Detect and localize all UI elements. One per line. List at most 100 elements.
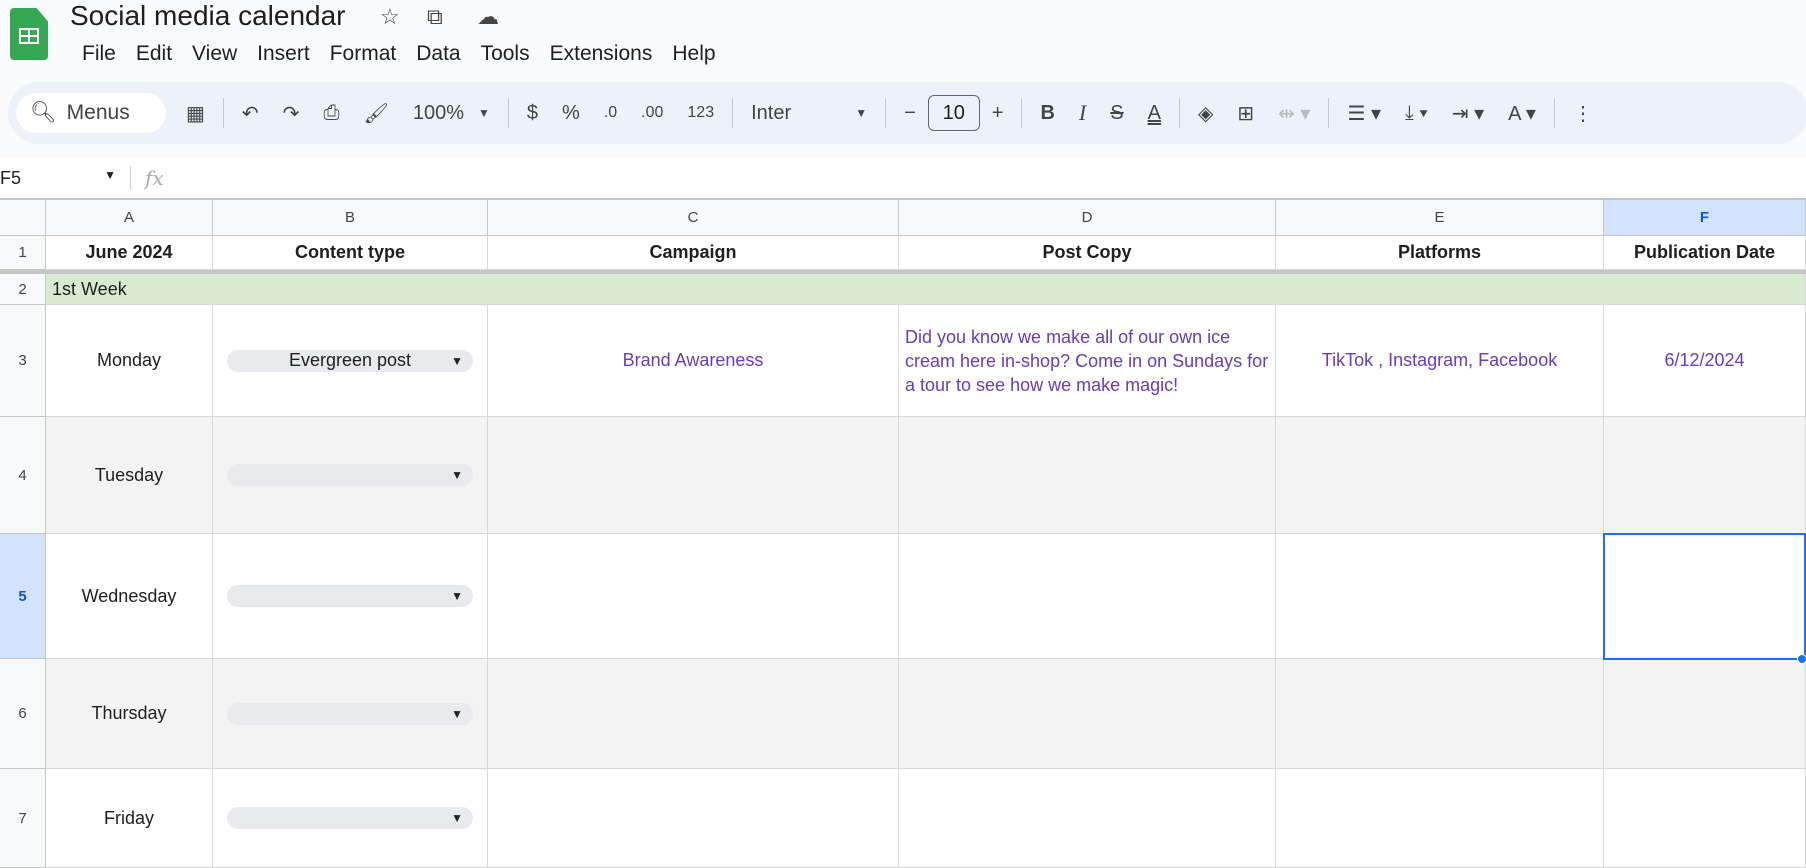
content-type-dropdown[interactable]: ▼ xyxy=(227,702,473,725)
header-cell[interactable]: Content type xyxy=(213,236,488,270)
row-header-1[interactable]: 1 xyxy=(0,236,46,270)
platforms-cell[interactable] xyxy=(1276,417,1604,534)
strikethrough-icon[interactable]: S xyxy=(1098,93,1135,133)
column-header-b[interactable]: B xyxy=(213,200,488,236)
content-type-dropdown[interactable]: Evergreen post ▼ xyxy=(227,349,473,372)
font-select[interactable]: Inter ▼ xyxy=(739,93,879,133)
text-rotation-icon[interactable]: A ▾ xyxy=(1496,93,1548,133)
content-type-dropdown[interactable]: ▼ xyxy=(227,585,473,607)
italic-button[interactable]: I xyxy=(1067,93,1098,133)
day-cell[interactable]: Tuesday xyxy=(46,417,213,534)
fill-handle[interactable] xyxy=(1797,654,1806,664)
sheets-logo[interactable] xyxy=(10,8,48,60)
menu-format[interactable]: Format xyxy=(320,40,407,68)
campaign-cell[interactable] xyxy=(488,659,899,769)
column-header-e[interactable]: E xyxy=(1276,200,1604,236)
decrease-decimal-button[interactable]: .0 xyxy=(592,93,629,133)
text-wrap-icon[interactable]: ⇥ ▾ xyxy=(1440,93,1496,133)
platforms-cell[interactable]: TikTok , Instagram, Facebook xyxy=(1276,305,1604,417)
menu-search[interactable]: 🔍︎ Menus xyxy=(16,93,166,133)
content-type-cell[interactable]: ▼ xyxy=(213,534,488,659)
content-type-dropdown[interactable]: ▼ xyxy=(227,464,473,486)
menu-data[interactable]: Data xyxy=(406,40,470,68)
bold-button[interactable]: B xyxy=(1028,93,1066,133)
number-format-button[interactable]: 123 xyxy=(675,93,726,133)
formula-input[interactable] xyxy=(164,158,1806,198)
percent-button[interactable]: % xyxy=(550,93,592,133)
content-type-cell[interactable]: ▼ xyxy=(213,659,488,769)
undo-icon[interactable]: ↶ xyxy=(230,93,271,133)
platforms-cell[interactable] xyxy=(1276,534,1604,659)
document-title[interactable]: Social media calendar xyxy=(70,0,346,32)
post-copy-cell[interactable] xyxy=(899,534,1276,659)
print-icon[interactable]: ⎙ xyxy=(311,93,351,133)
menu-help[interactable]: Help xyxy=(662,40,725,68)
week-band[interactable]: 1st Week xyxy=(46,274,1806,305)
font-size-decrease-button[interactable]: − xyxy=(892,93,928,133)
post-copy-cell[interactable] xyxy=(899,769,1276,868)
horizontal-align-icon[interactable]: ☰ ▾ xyxy=(1335,93,1393,133)
column-header-d[interactable]: D xyxy=(899,200,1276,236)
calculator-icon[interactable]: ▦ xyxy=(174,93,217,133)
post-copy-cell[interactable] xyxy=(899,659,1276,769)
content-type-cell[interactable]: Evergreen post ▼ xyxy=(213,305,488,417)
redo-icon[interactable]: ↷ xyxy=(271,93,312,133)
menu-extensions[interactable]: Extensions xyxy=(540,40,663,68)
content-type-cell[interactable]: ▼ xyxy=(213,769,488,868)
post-copy-cell[interactable]: Did you know we make all of our own ice … xyxy=(899,305,1276,417)
header-cell[interactable]: Post Copy xyxy=(899,236,1276,270)
menu-file[interactable]: File xyxy=(72,40,126,68)
currency-button[interactable]: $ xyxy=(515,93,550,133)
column-header-c[interactable]: C xyxy=(488,200,899,236)
font-size-input[interactable]: 10 xyxy=(927,95,980,131)
date-cell[interactable] xyxy=(1604,417,1806,534)
increase-decimal-button[interactable]: .00 xyxy=(629,93,675,133)
date-cell[interactable] xyxy=(1604,769,1806,868)
selected-cell-f5[interactable] xyxy=(1603,533,1806,660)
zoom-select[interactable]: 100% ▼ xyxy=(401,93,502,133)
campaign-cell[interactable] xyxy=(488,534,899,659)
date-cell[interactable]: 6/12/2024 xyxy=(1604,305,1806,417)
select-all-corner[interactable] xyxy=(0,200,46,236)
cloud-saved-icon[interactable]: ☁ xyxy=(477,4,499,30)
campaign-cell[interactable] xyxy=(488,769,899,868)
day-cell[interactable]: Monday xyxy=(46,305,213,417)
fill-color-icon[interactable]: ◈ xyxy=(1186,93,1225,133)
column-header-a[interactable]: A xyxy=(46,200,213,236)
day-cell[interactable]: Thursday xyxy=(46,659,213,769)
day-cell[interactable]: Friday xyxy=(46,769,213,868)
text-color-button[interactable]: A xyxy=(1136,93,1173,133)
header-cell[interactable]: Platforms xyxy=(1276,236,1604,270)
move-folder-icon[interactable]: ⧉ xyxy=(427,4,443,30)
menu-view[interactable]: View xyxy=(182,40,247,68)
campaign-cell[interactable]: Brand Awareness xyxy=(488,305,899,417)
header-cell[interactable]: June 2024 xyxy=(46,236,213,270)
row-header-5[interactable]: 5 xyxy=(0,534,46,659)
content-type-cell[interactable]: ▼ xyxy=(213,417,488,534)
paint-format-icon[interactable]: 🖌︎ xyxy=(351,93,400,133)
row-header-2[interactable]: 2 xyxy=(0,274,46,305)
campaign-cell[interactable] xyxy=(488,417,899,534)
row-header-3[interactable]: 3 xyxy=(0,305,46,417)
vertical-align-icon[interactable]: ⤓ ▾ xyxy=(1393,93,1440,133)
header-cell[interactable]: Campaign xyxy=(488,236,899,270)
menu-edit[interactable]: Edit xyxy=(126,40,182,68)
star-icon[interactable]: ☆ xyxy=(380,4,400,30)
menu-insert[interactable]: Insert xyxy=(247,40,320,68)
borders-icon[interactable]: ⊞ xyxy=(1225,93,1266,133)
menu-tools[interactable]: Tools xyxy=(471,40,540,68)
date-cell[interactable] xyxy=(1604,659,1806,769)
platforms-cell[interactable] xyxy=(1276,659,1604,769)
column-header-f[interactable]: F xyxy=(1604,200,1806,236)
row-header-7[interactable]: 7 xyxy=(0,769,46,868)
platforms-cell[interactable] xyxy=(1276,769,1604,868)
row-header-6[interactable]: 6 xyxy=(0,659,46,769)
post-copy-cell[interactable] xyxy=(899,417,1276,534)
header-cell[interactable]: Publication Date xyxy=(1604,236,1806,270)
more-icon[interactable]: ⋮ xyxy=(1561,93,1605,133)
font-size-increase-button[interactable]: + xyxy=(980,93,1016,133)
day-cell[interactable]: Wednesday xyxy=(46,534,213,659)
content-type-dropdown[interactable]: ▼ xyxy=(227,807,473,829)
name-box[interactable]: F5 ▼ xyxy=(0,168,130,189)
row-header-4[interactable]: 4 xyxy=(0,417,46,534)
